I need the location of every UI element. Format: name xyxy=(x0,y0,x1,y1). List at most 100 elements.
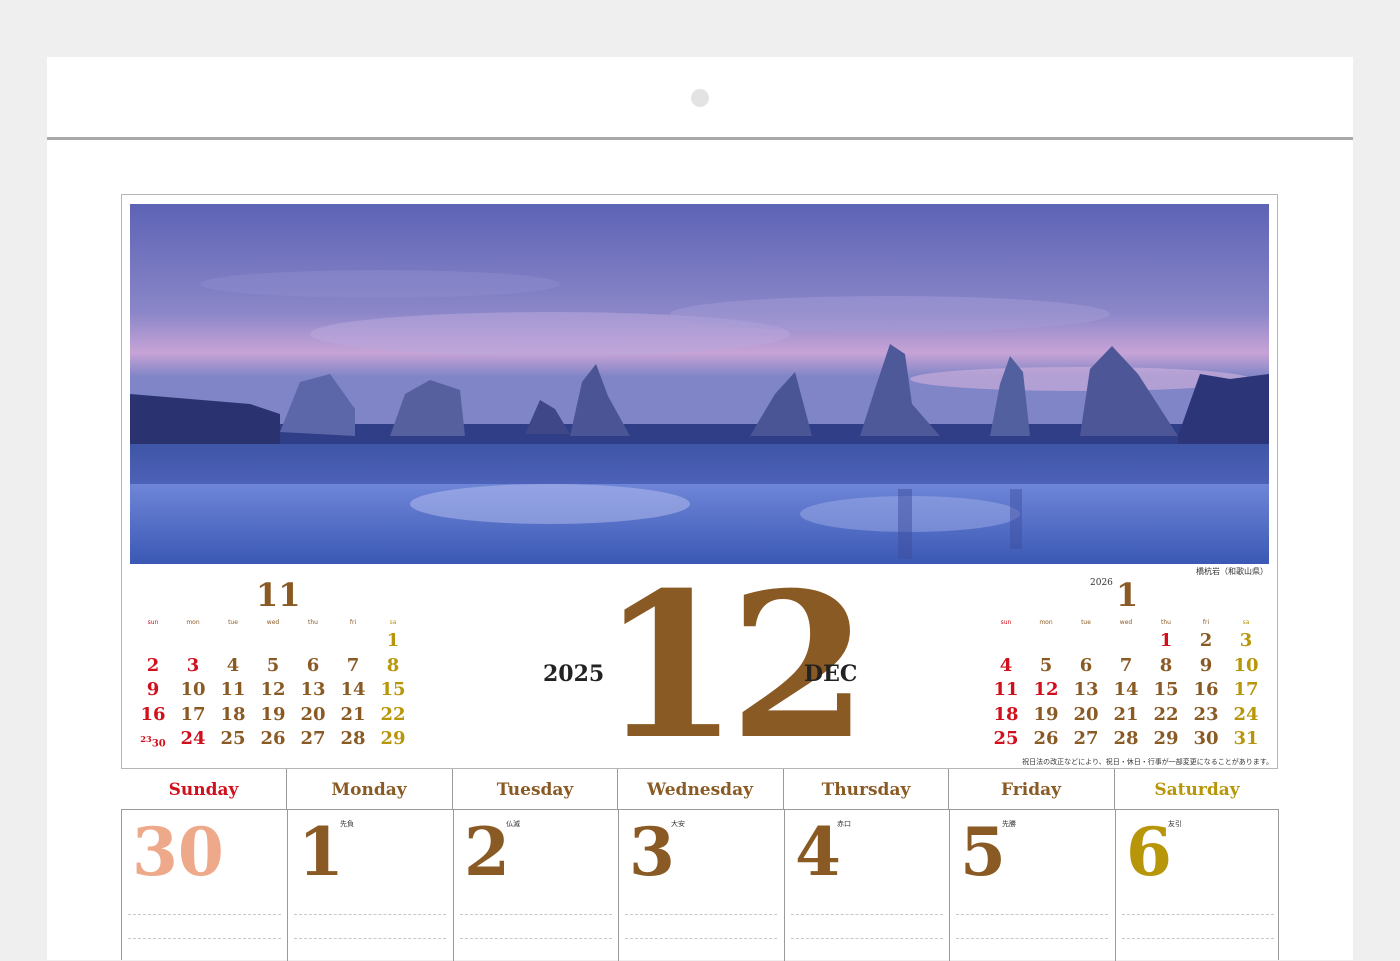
mini-day: 14 xyxy=(1113,679,1139,701)
mini-day: 11 xyxy=(993,679,1019,701)
mini-day: 16 xyxy=(1193,679,1219,701)
mini-day: 5 xyxy=(266,654,280,676)
mini-weekday-label: thu xyxy=(1161,619,1171,626)
mini-year: 2026 xyxy=(1090,578,1113,588)
day-number: 30 xyxy=(132,813,224,891)
day-cell[interactable]: 30 xyxy=(122,810,287,961)
mini-day: 28 xyxy=(1113,728,1139,750)
day-number: 3 xyxy=(629,813,675,891)
mini-day: 25 xyxy=(993,728,1019,750)
mini-day: 24 xyxy=(180,728,206,750)
mini-weekday-label: fri xyxy=(349,619,357,626)
mini-day: 3 xyxy=(1239,630,1253,651)
header-sunday: Sunday xyxy=(168,780,239,800)
mini-day: 10 xyxy=(1233,654,1259,676)
mini-day: 21 xyxy=(340,703,366,725)
mini-day: 4 xyxy=(226,654,240,676)
mini-day: 7 xyxy=(346,654,360,676)
day-cell[interactable]: 5 先勝 xyxy=(949,810,1114,961)
memo-line xyxy=(791,938,943,939)
mini-day: 17 xyxy=(1233,679,1259,701)
day-cell[interactable]: 4 赤口 xyxy=(784,810,949,961)
mini-day: 13 xyxy=(300,679,326,701)
rokuyo-label: 大安 xyxy=(671,820,685,828)
memo-line xyxy=(460,938,612,939)
photo-caption: 橋杭岩（和歌山県） xyxy=(1196,567,1268,576)
mini-day: 5 xyxy=(1039,654,1053,676)
header-monday: Monday xyxy=(286,769,451,810)
hanger-hole xyxy=(691,89,709,107)
rokuyo-label: 先勝 xyxy=(1002,820,1016,828)
current-year: 2025 xyxy=(543,661,605,687)
mini-day: 30 xyxy=(1193,728,1219,750)
memo-line xyxy=(956,938,1108,939)
mini-day: 12 xyxy=(1033,679,1059,701)
memo-line xyxy=(625,914,777,915)
mini-day: 18 xyxy=(220,703,246,725)
day-cell[interactable]: 3 大安 xyxy=(618,810,783,961)
mini-day: 1 xyxy=(386,630,400,651)
mini-day: 12 xyxy=(260,679,286,701)
mini-day: 2 xyxy=(146,654,160,676)
mini-day: 29 xyxy=(380,728,406,750)
header-friday: Friday xyxy=(948,769,1113,810)
mini-weekday-label: sun xyxy=(147,619,159,626)
weekday-header-row: Sunday Monday Tuesday Wednesday Thursday… xyxy=(121,769,1279,810)
memo-line xyxy=(460,914,612,915)
header-thursday: Thursday xyxy=(783,769,948,810)
mini-day: 8 xyxy=(386,654,400,676)
mini-day: 7 xyxy=(1119,654,1133,676)
mini-day: 19 xyxy=(1033,703,1059,725)
day-number: 1 xyxy=(298,813,344,891)
memo-line xyxy=(625,938,777,939)
rokuyo-label: 友引 xyxy=(1168,820,1182,828)
mini-day: 18 xyxy=(993,703,1019,725)
memo-line xyxy=(1122,938,1274,939)
binding-line xyxy=(47,137,1353,140)
mini-weekday-label: tue xyxy=(1081,619,1091,626)
memo-line xyxy=(294,914,446,915)
mini-weekday-label: thu xyxy=(308,619,318,626)
mini-weekday-label: mon xyxy=(186,619,200,626)
mini-day: 11 xyxy=(220,679,246,701)
mini-day: 20 xyxy=(1073,703,1099,725)
mini-day: 1 xyxy=(1159,630,1173,651)
memo-line xyxy=(128,914,281,915)
mini-day: 15 xyxy=(380,679,406,701)
memo-line xyxy=(956,914,1108,915)
mini-weekday-label: sa xyxy=(1242,619,1250,626)
mini-weekday-label: wed xyxy=(1119,619,1133,626)
mini-day: 19 xyxy=(260,703,286,725)
day-cell[interactable]: 2 仏滅 xyxy=(453,810,618,961)
day-cell[interactable]: 1 先負 xyxy=(287,810,452,961)
day-number: 4 xyxy=(795,813,841,891)
day-number: 6 xyxy=(1126,813,1172,891)
holiday-disclaimer: 祝日法の改正などにより、祝日・休日・行事が一部変更になることがあります。 xyxy=(1022,758,1273,766)
day-cell[interactable]: 6 友引 xyxy=(1115,810,1280,961)
mini-day: 27 xyxy=(300,728,326,750)
rokuyo-label: 先負 xyxy=(340,820,354,828)
memo-line xyxy=(294,938,446,939)
mini-day: 31 xyxy=(1233,728,1259,750)
mini-weekday-label: sa xyxy=(389,619,397,626)
mini-weekday-label: sun xyxy=(1000,619,1012,626)
mini-day: 3 xyxy=(186,654,200,676)
mini-day: 2330 xyxy=(140,734,166,750)
mini-day: 20 xyxy=(300,703,326,725)
memo-line xyxy=(791,914,943,915)
week-row: 30 1 先負 2 仏滅 3 大安 4 赤口 5 先勝 6 友引 xyxy=(121,809,1280,961)
mini-day: 26 xyxy=(260,728,286,750)
mini-weekday-label: fri xyxy=(1202,619,1210,626)
mini-weekday-label: wed xyxy=(266,619,280,626)
mini-day: 28 xyxy=(340,728,366,750)
mini-day: 23 xyxy=(1193,703,1219,725)
photo-image xyxy=(130,204,1269,564)
mini-day: 21 xyxy=(1113,703,1139,725)
mini-weekday-label: mon xyxy=(1039,619,1053,626)
mini-day: 16 xyxy=(140,703,166,725)
mini-day: 9 xyxy=(146,679,160,701)
mini-day: 24 xyxy=(1233,703,1259,725)
mini-day: 4 xyxy=(999,654,1013,676)
rokuyo-label: 赤口 xyxy=(837,820,851,828)
landscape-photo xyxy=(130,204,1269,564)
